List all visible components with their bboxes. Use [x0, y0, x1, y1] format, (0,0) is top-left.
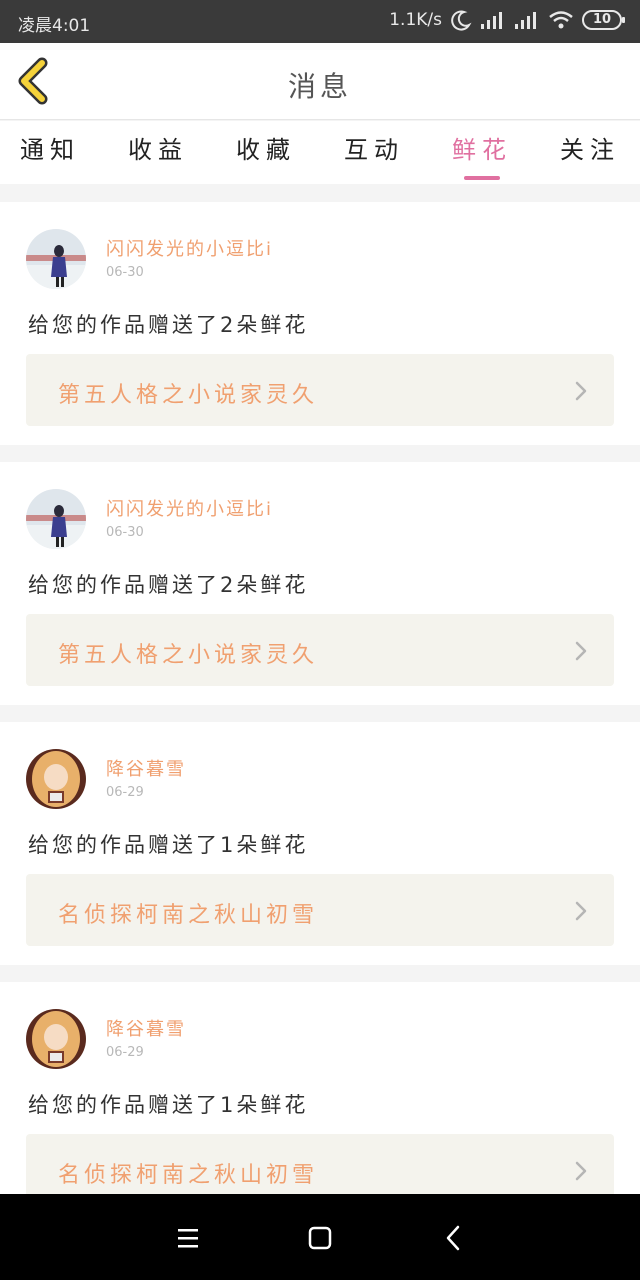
- message-list: 闪闪发光的小逗比i 06-30 给您的作品赠送了2朵鲜花 第五人格之小说家灵久 …: [0, 202, 640, 1242]
- message-text: 给您的作品赠送了2朵鲜花: [28, 313, 309, 337]
- page-title: 消息: [287, 70, 352, 103]
- status-indicators: 1.1K/s 10: [389, 9, 625, 31]
- menu-button[interactable]: [170, 1220, 206, 1256]
- message-date: 06-29: [106, 785, 144, 800]
- avatar[interactable]: [26, 1009, 86, 1069]
- tab-earnings[interactable]: 收益: [108, 130, 208, 165]
- nav-back-button[interactable]: [436, 1220, 472, 1256]
- list-item: 闪闪发光的小逗比i 06-30 给您的作品赠送了2朵鲜花 第五人格之小说家灵久: [0, 202, 640, 445]
- tab-notifications[interactable]: 通知: [0, 130, 100, 165]
- tab-interactions[interactable]: 互动: [324, 130, 424, 165]
- work-link[interactable]: 第五人格之小说家灵久: [26, 354, 614, 426]
- message-date: 06-30: [106, 525, 144, 540]
- message-text: 给您的作品赠送了1朵鲜花: [28, 1093, 309, 1117]
- signal-hd-icon: [515, 12, 536, 29]
- tab-label: 收益: [128, 136, 188, 164]
- tab-label: 互动: [344, 136, 404, 164]
- network-speed: 1.1K/s: [389, 10, 442, 30]
- back-icon: [446, 1225, 460, 1251]
- work-title: 第五人格之小说家灵久: [58, 643, 319, 668]
- work-link[interactable]: 第五人格之小说家灵久: [26, 614, 614, 686]
- sender-name[interactable]: 闪闪发光的小逗比i: [106, 235, 273, 261]
- chevron-right-icon: [575, 1161, 587, 1181]
- message-date: 06-29: [106, 1045, 144, 1060]
- tab-label: 关注: [560, 136, 620, 164]
- battery-icon: 10: [582, 10, 625, 30]
- top-bar: 消息: [0, 43, 640, 120]
- sender-name[interactable]: 降谷暮雪: [106, 755, 186, 781]
- sender-name[interactable]: 降谷暮雪: [106, 1015, 186, 1041]
- tab-favorites[interactable]: 收藏: [216, 130, 316, 165]
- system-nav-bar: [0, 1194, 640, 1280]
- home-button[interactable]: [302, 1220, 338, 1256]
- avatar[interactable]: [26, 749, 86, 809]
- status-bar: 凌晨4:01 1.1K/s 10: [0, 0, 640, 43]
- tab-follows[interactable]: 关注: [540, 130, 640, 165]
- active-tab-indicator: [464, 176, 500, 180]
- tab-flowers[interactable]: 鲜花: [432, 130, 532, 180]
- chevron-right-icon: [575, 901, 587, 921]
- wifi-icon: [549, 11, 573, 29]
- sender-name[interactable]: 闪闪发光的小逗比i: [106, 495, 273, 521]
- work-link[interactable]: 名侦探柯南之秋山初雪: [26, 874, 614, 946]
- tab-bar: 通知 收益 收藏 互动 鲜花 关注: [0, 121, 640, 184]
- list-item: 降谷暮雪 06-29 给您的作品赠送了1朵鲜花 名侦探柯南之秋山初雪: [0, 982, 640, 1225]
- message-text: 给您的作品赠送了1朵鲜花: [28, 833, 309, 857]
- work-title: 名侦探柯南之秋山初雪: [58, 1163, 319, 1188]
- avatar[interactable]: [26, 489, 86, 549]
- tab-label: 鲜花: [452, 136, 512, 164]
- list-item: 闪闪发光的小逗比i 06-30 给您的作品赠送了2朵鲜花 第五人格之小说家灵久: [0, 462, 640, 705]
- avatar[interactable]: [26, 229, 86, 289]
- tab-label: 收藏: [236, 136, 296, 164]
- tab-label: 通知: [20, 136, 80, 164]
- message-text: 给您的作品赠送了2朵鲜花: [28, 573, 309, 597]
- work-title: 名侦探柯南之秋山初雪: [58, 903, 319, 928]
- message-date: 06-30: [106, 265, 144, 280]
- work-title: 第五人格之小说家灵久: [58, 383, 319, 408]
- menu-icon: [178, 1229, 198, 1248]
- chevron-right-icon: [575, 381, 587, 401]
- status-time: 凌晨4:01: [18, 16, 91, 36]
- moon-icon: [451, 10, 472, 31]
- list-item: 降谷暮雪 06-29 给您的作品赠送了1朵鲜花 名侦探柯南之秋山初雪: [0, 722, 640, 965]
- chevron-right-icon: [575, 641, 587, 661]
- home-icon: [308, 1226, 332, 1250]
- signal-icon: [481, 12, 502, 29]
